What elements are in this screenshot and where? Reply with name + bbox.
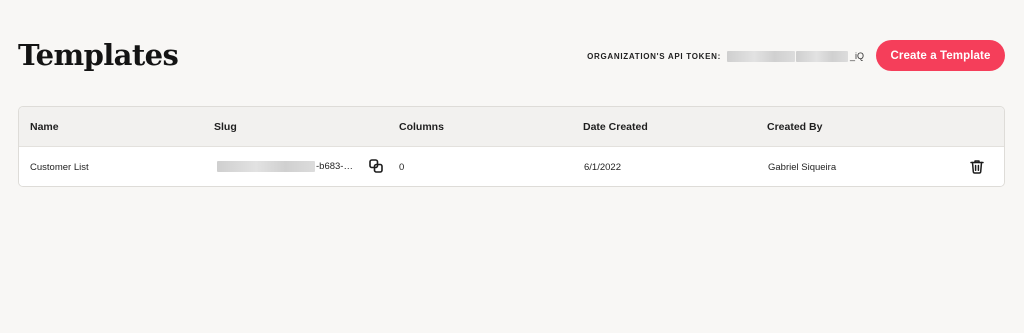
column-header-slug: Slug [214, 121, 237, 133]
api-token-label: ORGANIZATION'S API TOKEN: [587, 51, 721, 61]
template-name[interactable]: Customer List [30, 162, 89, 173]
column-header-date-created: Date Created [583, 121, 648, 133]
column-header-columns: Columns [399, 121, 444, 133]
table-header: Name Slug Columns Date Created Created B… [19, 107, 1004, 147]
template-created-by: Gabriel Siqueira [768, 162, 837, 173]
redacted-text [217, 161, 315, 172]
api-token-value[interactable]: _iQ [726, 50, 864, 62]
page: Templates ORGANIZATION'S API TOKEN: _iQ … [0, 0, 1024, 333]
api-token: ORGANIZATION'S API TOKEN: _iQ [587, 49, 864, 63]
templates-table: Name Slug Columns Date Created Created B… [18, 106, 1005, 187]
template-slug: -b683-… [217, 161, 353, 172]
table-row[interactable]: Customer List -b683-… 0 6/1/2022 Gabriel… [19, 147, 1004, 186]
create-template-button[interactable]: Create a Template [876, 40, 1005, 71]
page-title: Templates [18, 38, 179, 72]
slug-suffix: -b683-… [316, 161, 353, 172]
column-header-name: Name [30, 121, 59, 133]
api-token-suffix: _iQ [849, 51, 864, 61]
template-columns: 0 [399, 162, 405, 173]
copy-icon[interactable] [368, 158, 384, 174]
redacted-text [795, 50, 848, 62]
trash-icon[interactable] [969, 158, 985, 174]
template-date-created: 6/1/2022 [584, 162, 621, 173]
redacted-text [726, 50, 795, 62]
column-header-created-by: Created By [767, 121, 823, 133]
